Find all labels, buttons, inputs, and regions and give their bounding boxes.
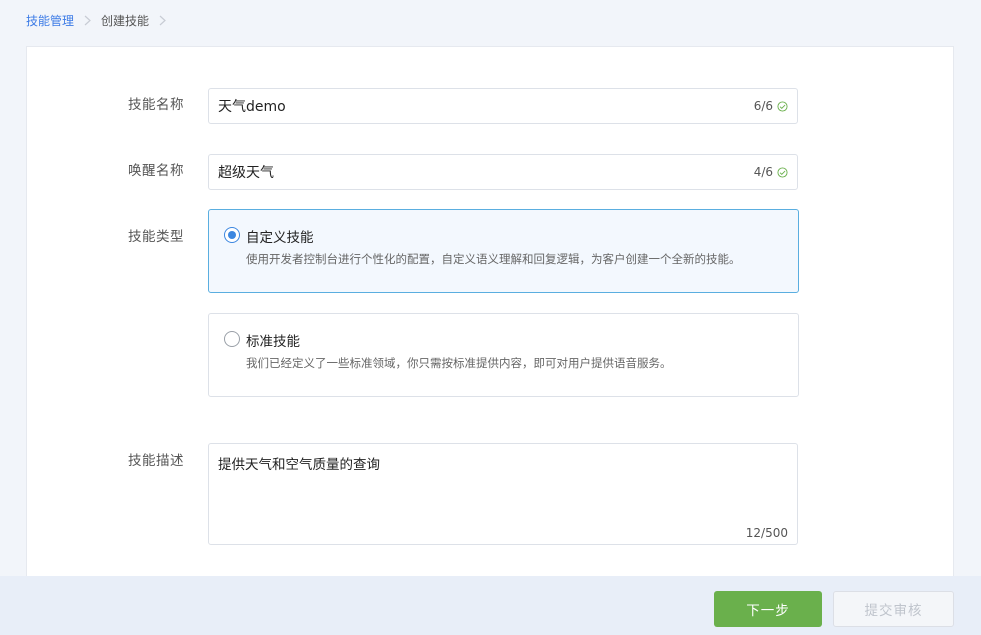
chevron-right-icon xyxy=(159,15,166,26)
option-title: 标准技能 xyxy=(246,334,300,350)
skill-description-value: 提供天气和空气质量的查询 xyxy=(218,457,380,473)
radio-selected-dot xyxy=(228,231,236,239)
wake-name-value: 超级天气 xyxy=(218,165,274,181)
radio-icon[interactable] xyxy=(224,227,240,243)
footer-bar: 下一步 提交审核 xyxy=(0,576,981,635)
wake-name-label: 唤醒名称 xyxy=(128,163,184,179)
skill-name-label: 技能名称 xyxy=(128,97,184,113)
create-skill-form: 技能名称 天气demo 6/6 唤醒名称 超级天气 4/6 技能类型 自定义技能… xyxy=(26,46,954,586)
radio-icon[interactable] xyxy=(224,331,240,347)
skill-name-counter: 6/6 xyxy=(754,99,788,113)
check-circle-icon xyxy=(777,100,788,112)
skill-description-label: 技能描述 xyxy=(128,453,184,469)
option-title: 自定义技能 xyxy=(246,230,314,246)
breadcrumb-skill-management[interactable]: 技能管理 xyxy=(26,12,74,29)
skill-type-option-custom[interactable]: 自定义技能 使用开发者控制台进行个性化的配置，自定义语义理解和回复逻辑，为客户创… xyxy=(208,209,799,293)
submit-review-button[interactable]: 提交审核 xyxy=(833,591,954,627)
next-step-button[interactable]: 下一步 xyxy=(714,591,822,627)
skill-description-counter: 12/500 xyxy=(745,526,788,540)
breadcrumb-create-skill: 创建技能 xyxy=(101,13,150,28)
option-description: 我们已经定义了一些标准领域，你只需按标准提供内容，即可对用户提供语音服务。 xyxy=(246,356,672,370)
skill-name-input[interactable]: 天气demo 6/6 xyxy=(208,88,798,124)
option-description: 使用开发者控制台进行个性化的配置，自定义语义理解和回复逻辑，为客户创建一个全新的… xyxy=(246,252,741,266)
skill-name-count: 6/6 xyxy=(753,99,773,113)
chevron-right-icon xyxy=(84,15,91,26)
skill-type-option-standard[interactable]: 标准技能 我们已经定义了一些标准领域，你只需按标准提供内容，即可对用户提供语音服… xyxy=(208,313,799,397)
wake-name-counter: 4/6 xyxy=(754,165,788,179)
check-circle-icon xyxy=(777,166,788,178)
skill-description-textarea[interactable]: 提供天气和空气质量的查询 12/500 xyxy=(208,443,798,545)
skill-name-value: 天气demo xyxy=(218,99,286,115)
skill-type-label: 技能类型 xyxy=(128,229,184,245)
wake-name-count: 4/6 xyxy=(753,165,773,179)
wake-name-input[interactable]: 超级天气 4/6 xyxy=(208,154,798,190)
breadcrumb: 技能管理 创建技能 xyxy=(26,11,176,29)
